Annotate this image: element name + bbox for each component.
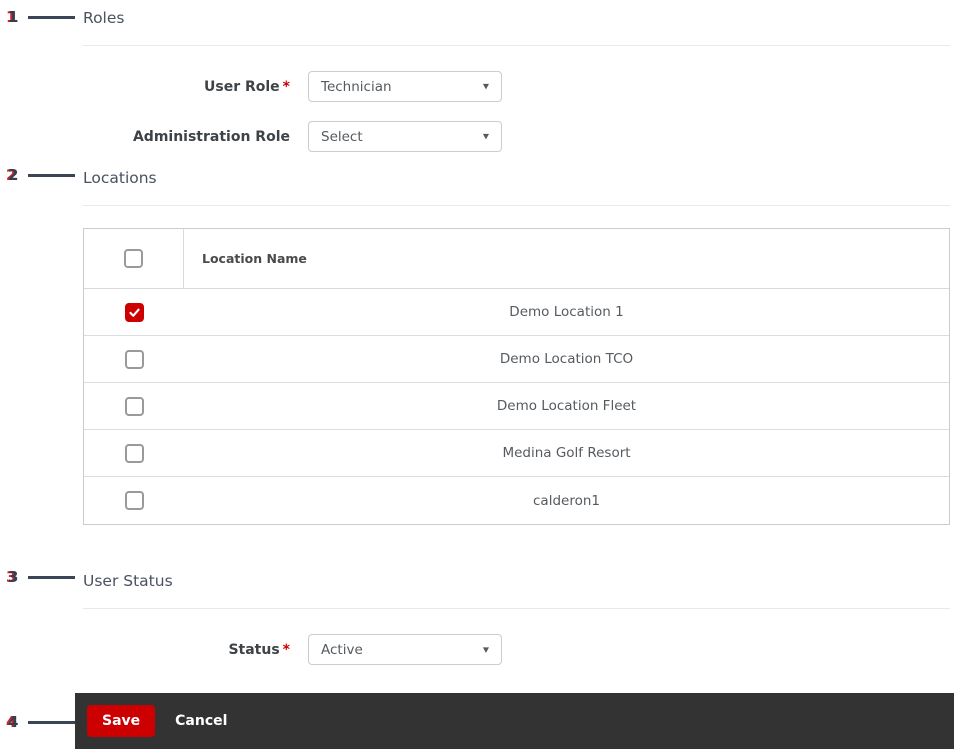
locations-table-header-row: Location Name [84, 229, 949, 289]
administration-role-row: Administration Role Select ▼ [83, 121, 950, 152]
annotation-number: 2 [8, 166, 19, 184]
user-role-label: User Role * [204, 78, 290, 95]
location-name: Medina Golf Resort [184, 430, 949, 477]
required-asterisk: * [282, 641, 290, 658]
location-name-column-header: Location Name [184, 229, 949, 289]
chevron-down-icon: ▼ [482, 132, 489, 141]
table-row: Demo Location 1 [84, 289, 949, 336]
annotation-line [28, 720, 78, 724]
locations-section-title: Locations [83, 169, 157, 187]
section-divider [83, 45, 950, 46]
roles-section-title: Roles [83, 9, 125, 27]
location-name: Demo Location Fleet [184, 383, 949, 430]
table-row: Demo Location Fleet [84, 383, 949, 430]
annotation-number: 3 [8, 568, 19, 586]
form-content: Roles User Role * Technician ▼ Administra… [83, 0, 950, 665]
annotation-marker-3: 3 [8, 566, 75, 588]
user-role-select[interactable]: Technician ▼ [308, 71, 502, 102]
chevron-down-icon: ▼ [482, 645, 489, 654]
annotation-line [28, 173, 75, 177]
cancel-button[interactable]: Cancel [175, 713, 227, 729]
location-name: Demo Location TCO [184, 336, 949, 383]
table-row: calderon1 [84, 477, 949, 524]
location-checkbox[interactable] [124, 443, 144, 463]
save-button[interactable]: Save [87, 705, 156, 737]
annotation-marker-1: 1 [8, 6, 75, 28]
section-divider [83, 608, 950, 609]
select-all-checkbox[interactable] [124, 249, 143, 268]
check-icon [128, 306, 141, 319]
chevron-down-icon: ▼ [482, 82, 489, 91]
status-select[interactable]: Active ▼ [308, 634, 502, 665]
status-label: Status * [228, 641, 290, 658]
user-role-row: User Role * Technician ▼ [83, 71, 950, 102]
location-checkbox[interactable] [124, 349, 144, 369]
location-name: Demo Location 1 [184, 289, 949, 336]
section-divider [83, 205, 950, 206]
annotation-marker-2: 2 [8, 164, 75, 186]
annotation-line [28, 575, 75, 579]
annotation-line [28, 15, 75, 19]
administration-role-select[interactable]: Select ▼ [308, 121, 502, 152]
annotation-number: 4 [8, 713, 19, 731]
user-role-selected-value: Technician [321, 78, 392, 95]
table-row: Demo Location TCO [84, 336, 949, 383]
status-row: Status * Active ▼ [83, 634, 950, 665]
administration-role-selected-value: Select [321, 128, 363, 145]
location-checkbox[interactable] [124, 396, 144, 416]
footer-action-bar: Save Cancel [75, 693, 954, 749]
status-selected-value: Active [321, 641, 363, 658]
table-row: Medina Golf Resort [84, 430, 949, 477]
locations-table: Location Name Demo Location 1 Demo Locat… [83, 228, 950, 525]
annotation-marker-4: 4 [8, 711, 78, 733]
administration-role-label: Administration Role [132, 128, 290, 145]
user-status-section-title: User Status [83, 572, 173, 590]
location-name: calderon1 [184, 477, 949, 524]
location-checkbox[interactable] [124, 491, 144, 510]
location-checkbox[interactable] [124, 302, 144, 322]
annotation-number: 1 [8, 8, 19, 26]
required-asterisk: * [282, 78, 290, 95]
user-form-page: 1 2 3 4 Roles User Role * Technician ▼ Ad… [0, 0, 954, 749]
